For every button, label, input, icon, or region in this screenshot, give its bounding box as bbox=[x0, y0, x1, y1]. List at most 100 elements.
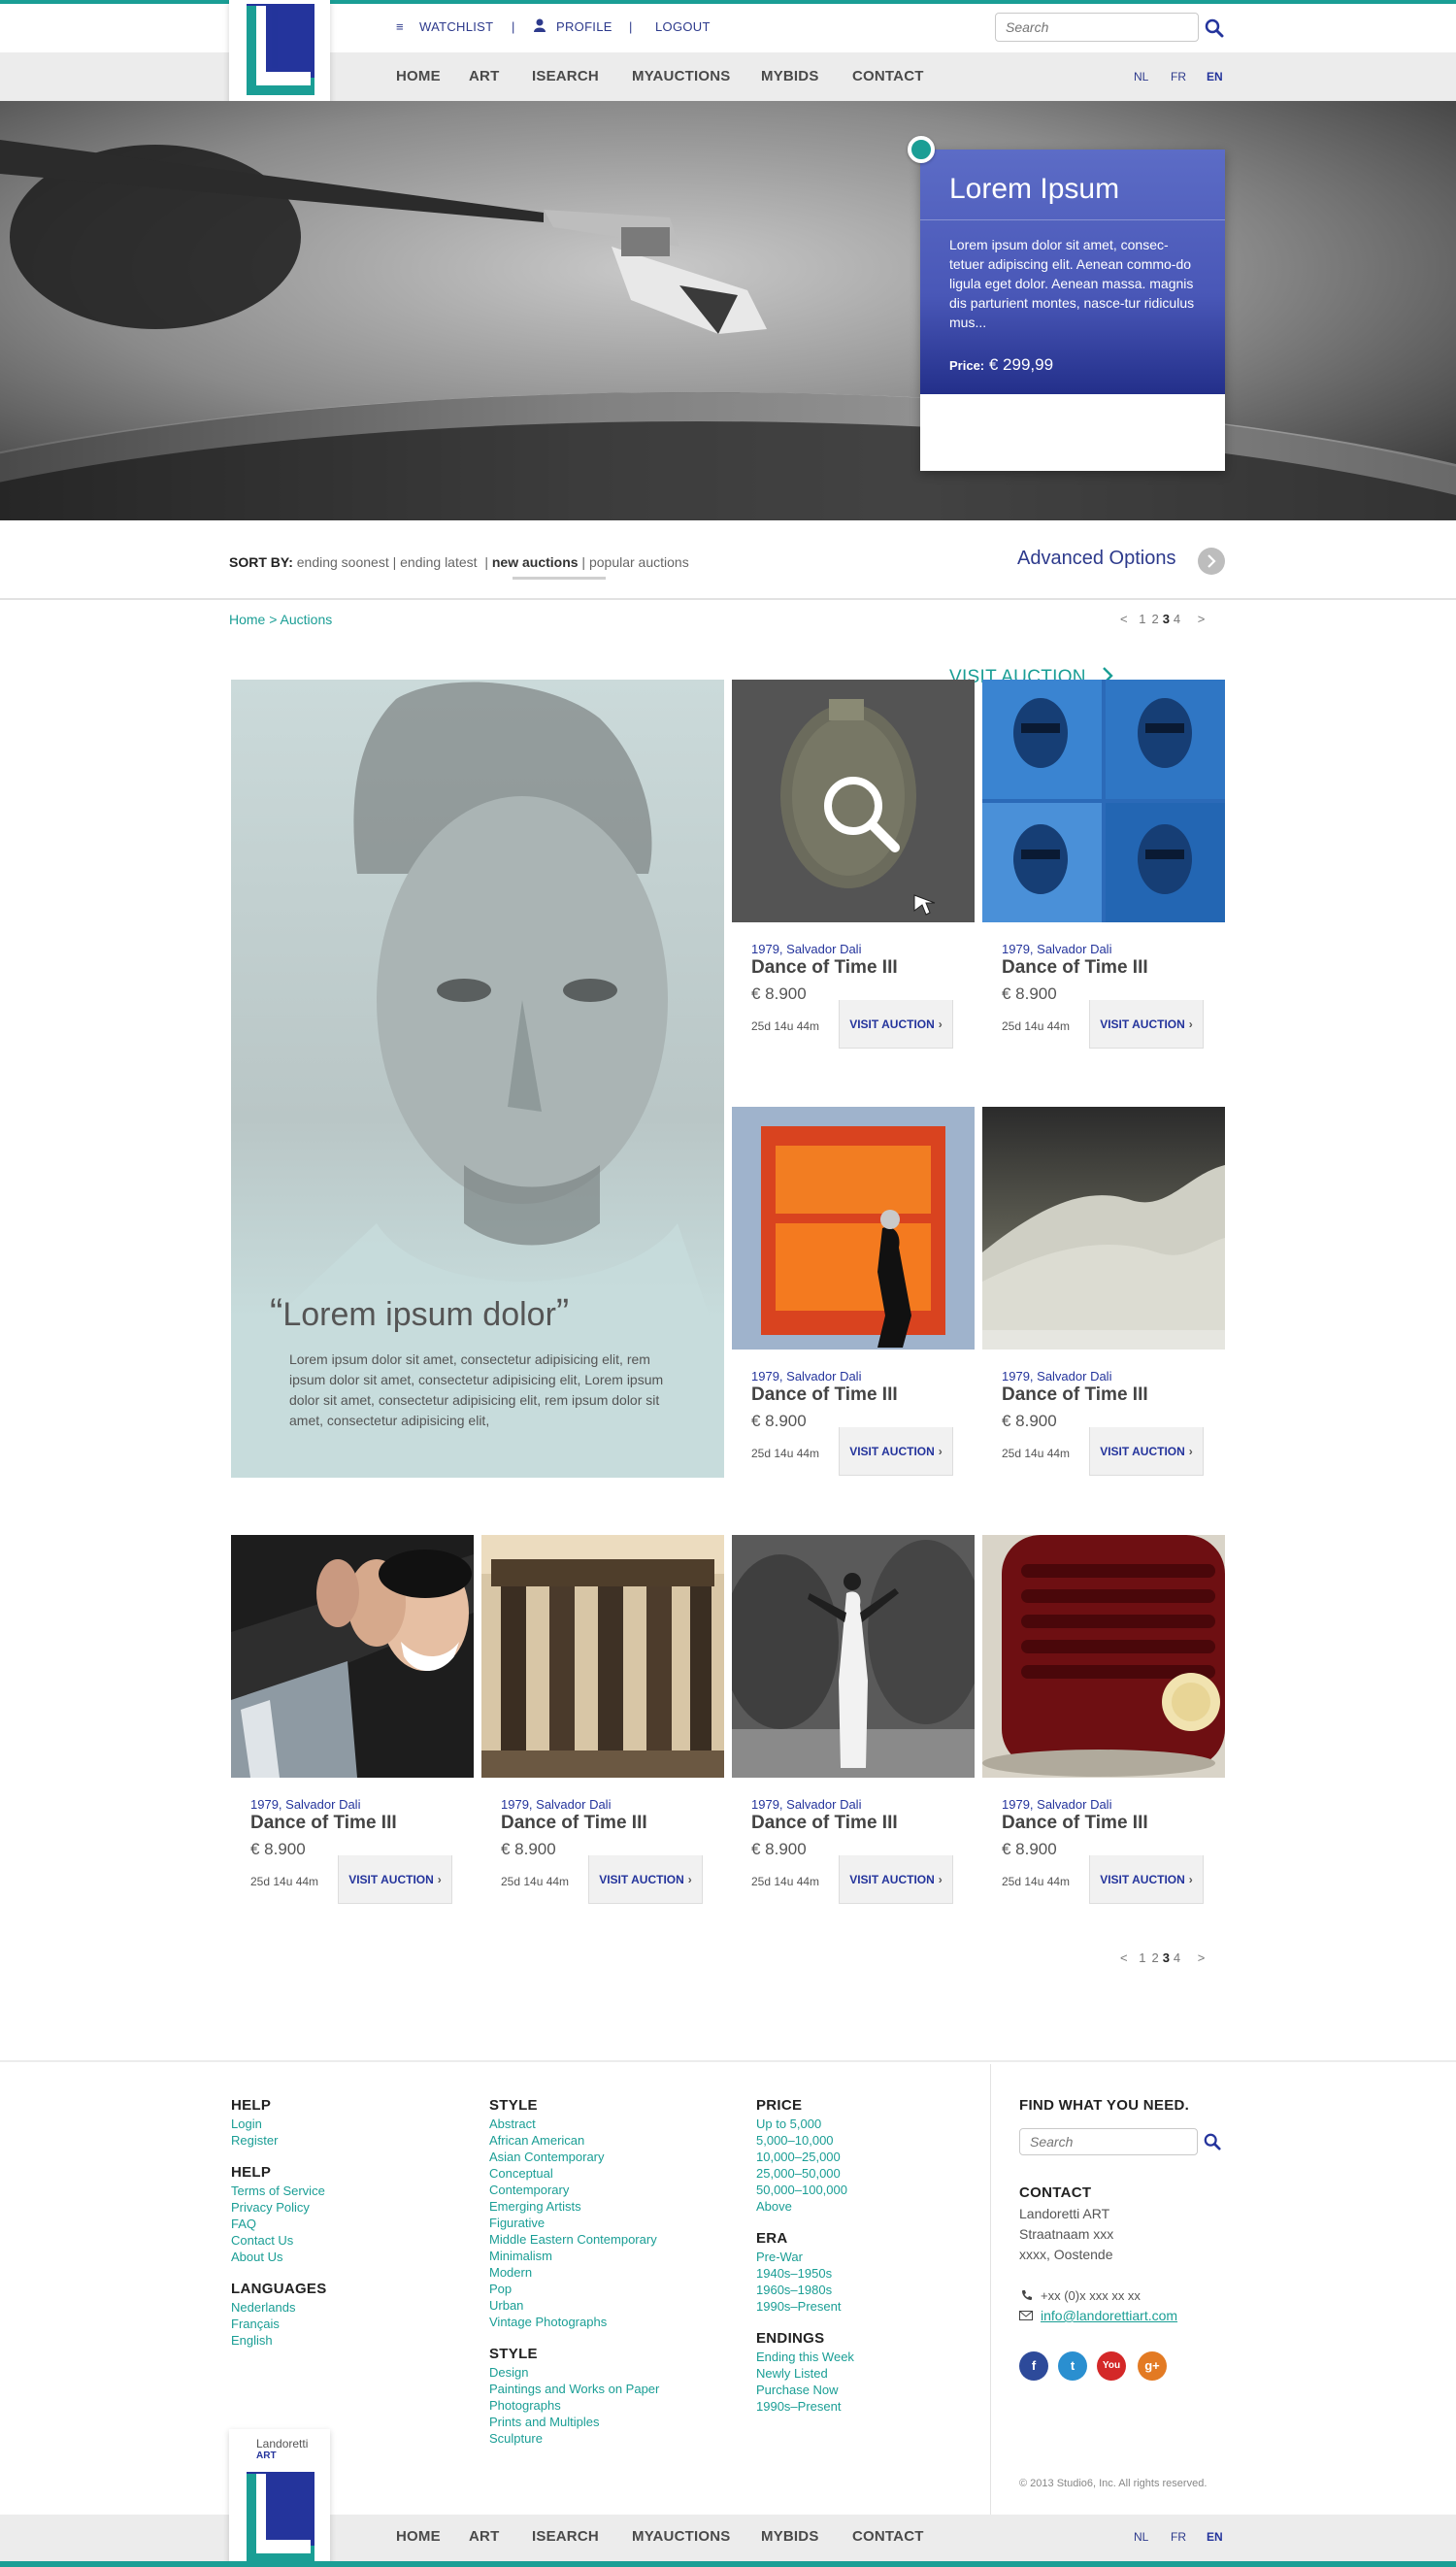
search-icon[interactable] bbox=[1205, 18, 1224, 38]
footer-lang-fr[interactable]: FR bbox=[1171, 2530, 1186, 2544]
auction-image[interactable] bbox=[982, 1535, 1225, 1778]
footer-link[interactable]: Contemporary bbox=[489, 2182, 659, 2198]
footer-link[interactable]: Vintage Photographs bbox=[489, 2314, 659, 2330]
auction-card[interactable]: 1979, Salvador Dali Dance of Time III € … bbox=[231, 1535, 474, 1914]
auction-image[interactable] bbox=[231, 1535, 474, 1778]
footer-link-nederlands[interactable]: Nederlands bbox=[231, 2299, 327, 2316]
footer-link[interactable]: Up to 5,000 bbox=[756, 2116, 854, 2132]
footer-link[interactable]: Emerging Artists bbox=[489, 2198, 659, 2215]
footer-nav-mybids[interactable]: MYBIDS bbox=[761, 2528, 819, 2545]
footer-logo[interactable]: Landoretti ART bbox=[229, 2429, 330, 2567]
pager-page-1[interactable]: 1 bbox=[1139, 1950, 1145, 1965]
visit-auction-button[interactable]: VISIT AUCTION › bbox=[588, 1855, 703, 1904]
auction-card[interactable]: 1979, Salvador Dali Dance of Time III € … bbox=[732, 1107, 975, 1485]
sort-ending-soonest[interactable]: ending soonest bbox=[297, 554, 389, 570]
footer-link[interactable]: African American bbox=[489, 2132, 659, 2149]
footer-nav-myauctions[interactable]: MYAUCTIONS bbox=[632, 2528, 730, 2545]
auction-image[interactable] bbox=[481, 1535, 724, 1778]
footer-link-francais[interactable]: Français bbox=[231, 2316, 327, 2332]
footer-nav-contact[interactable]: CONTACT bbox=[852, 2528, 924, 2545]
pager-page-2[interactable]: 2 bbox=[1151, 612, 1158, 626]
footer-nav-art[interactable]: ART bbox=[469, 2528, 499, 2545]
auction-title[interactable]: Dance of Time III bbox=[250, 1813, 397, 1834]
search-icon[interactable] bbox=[1204, 2133, 1221, 2150]
auction-title[interactable]: Dance of Time III bbox=[751, 957, 898, 979]
auction-card[interactable]: 1979, Salvador Dali Dance of Time III € … bbox=[481, 1535, 724, 1914]
header-search-input[interactable] bbox=[996, 14, 1198, 41]
footer-nav-home[interactable]: HOME bbox=[396, 2528, 441, 2545]
pager-prev[interactable]: < bbox=[1120, 612, 1128, 626]
footer-lang-en[interactable]: EN bbox=[1207, 2530, 1223, 2544]
footer-link[interactable]: 1990s–Present bbox=[756, 2298, 854, 2315]
auction-title[interactable]: Dance of Time III bbox=[1002, 957, 1148, 979]
watchlist-link[interactable]: WATCHLIST bbox=[419, 19, 493, 34]
footer-link-register[interactable]: Register bbox=[231, 2132, 327, 2149]
auction-image[interactable] bbox=[732, 1107, 975, 1350]
footer-link[interactable]: Figurative bbox=[489, 2215, 659, 2231]
auction-card[interactable]: 1979, Salvador Dali Dance of Time III € … bbox=[982, 680, 1225, 1058]
footer-link-privacy[interactable]: Privacy Policy bbox=[231, 2199, 327, 2216]
pager-page-4[interactable]: 4 bbox=[1174, 612, 1180, 626]
footer-link[interactable]: Design bbox=[489, 2364, 659, 2381]
footer-link[interactable]: 1990s–Present bbox=[756, 2398, 854, 2415]
footer-link-about[interactable]: About Us bbox=[231, 2249, 327, 2265]
footer-lang-nl[interactable]: NL bbox=[1134, 2530, 1148, 2544]
nav-isearch[interactable]: ISEARCH bbox=[532, 68, 599, 84]
footer-link-terms[interactable]: Terms of Service bbox=[231, 2183, 327, 2199]
youtube-icon[interactable]: You bbox=[1097, 2351, 1126, 2381]
visit-auction-button[interactable]: VISIT AUCTION › bbox=[839, 1000, 953, 1049]
breadcrumb[interactable]: Home > Auctions bbox=[229, 612, 332, 627]
footer-link-login[interactable]: Login bbox=[231, 2116, 327, 2132]
footer-link[interactable]: 50,000–100,000 bbox=[756, 2182, 854, 2198]
footer-link[interactable]: Middle Eastern Contemporary bbox=[489, 2231, 659, 2248]
pager-next[interactable]: > bbox=[1198, 1950, 1206, 1965]
nav-home[interactable]: HOME bbox=[396, 68, 441, 84]
footer-link[interactable]: Pre-War bbox=[756, 2249, 854, 2265]
facebook-icon[interactable]: f bbox=[1019, 2351, 1048, 2381]
auction-card[interactable]: 1979, Salvador Dali Dance of Time III € … bbox=[982, 1535, 1225, 1914]
footer-link[interactable]: 1940s–1950s bbox=[756, 2265, 854, 2282]
visit-auction-button[interactable]: VISIT AUCTION › bbox=[839, 1427, 953, 1476]
auction-title[interactable]: Dance of Time III bbox=[1002, 1813, 1148, 1834]
footer-link[interactable]: Prints and Multiples bbox=[489, 2414, 659, 2430]
auction-image[interactable] bbox=[982, 1107, 1225, 1350]
footer-link[interactable]: Minimalism bbox=[489, 2248, 659, 2264]
pager-page-3[interactable]: 3 bbox=[1163, 1950, 1170, 1965]
lang-fr[interactable]: FR bbox=[1171, 70, 1186, 83]
lang-en[interactable]: EN bbox=[1207, 70, 1223, 83]
footer-link[interactable]: Asian Contemporary bbox=[489, 2149, 659, 2165]
googleplus-icon[interactable]: g+ bbox=[1138, 2351, 1167, 2381]
footer-link[interactable]: Abstract bbox=[489, 2116, 659, 2132]
pager-page-4[interactable]: 4 bbox=[1174, 1950, 1180, 1965]
logout-link[interactable]: LOGOUT bbox=[655, 19, 711, 34]
visit-auction-button[interactable]: VISIT AUCTION › bbox=[1089, 1427, 1204, 1476]
footer-link-english[interactable]: English bbox=[231, 2332, 327, 2349]
footer-link[interactable]: Paintings and Works on Paper bbox=[489, 2381, 659, 2397]
advanced-options-button[interactable] bbox=[1198, 548, 1225, 575]
auction-card[interactable]: 1979, Salvador Dali Dance of Time III € … bbox=[982, 1107, 1225, 1485]
footer-search-input[interactable] bbox=[1020, 2129, 1197, 2154]
auction-title[interactable]: Dance of Time III bbox=[1002, 1384, 1148, 1406]
footer-link[interactable]: Urban bbox=[489, 2297, 659, 2314]
auction-image[interactable] bbox=[732, 1535, 975, 1778]
nav-art[interactable]: ART bbox=[469, 68, 499, 84]
featured-artist-panel[interactable]: “Lorem ipsum dolor” Lorem ipsum dolor si… bbox=[231, 680, 724, 1478]
footer-nav-isearch[interactable]: ISEARCH bbox=[532, 2528, 599, 2545]
pager-prev[interactable]: < bbox=[1120, 1950, 1128, 1965]
pager-page-2[interactable]: 2 bbox=[1151, 1950, 1158, 1965]
nav-mybids[interactable]: MYBIDS bbox=[761, 68, 819, 84]
auction-card[interactable]: 1979, Salvador Dali Dance of Time III € … bbox=[732, 1535, 975, 1914]
sort-ending-latest[interactable]: ending latest bbox=[400, 554, 477, 570]
auction-title[interactable]: Dance of Time III bbox=[751, 1813, 898, 1834]
footer-link[interactable]: 25,000–50,000 bbox=[756, 2165, 854, 2182]
nav-contact[interactable]: CONTACT bbox=[852, 68, 924, 84]
profile-link[interactable]: PROFILE bbox=[556, 19, 612, 34]
visit-auction-button[interactable]: VISIT AUCTION › bbox=[1089, 1855, 1204, 1904]
footer-link[interactable]: Purchase Now bbox=[756, 2382, 854, 2398]
visit-auction-button[interactable]: VISIT AUCTION › bbox=[839, 1855, 953, 1904]
sort-popular-auctions[interactable]: popular auctions bbox=[589, 554, 689, 570]
visit-auction-button[interactable]: VISIT AUCTION › bbox=[338, 1855, 452, 1904]
visit-auction-button[interactable]: VISIT AUCTION › bbox=[1089, 1000, 1204, 1049]
footer-link[interactable]: 5,000–10,000 bbox=[756, 2132, 854, 2149]
auction-image[interactable] bbox=[982, 680, 1225, 922]
